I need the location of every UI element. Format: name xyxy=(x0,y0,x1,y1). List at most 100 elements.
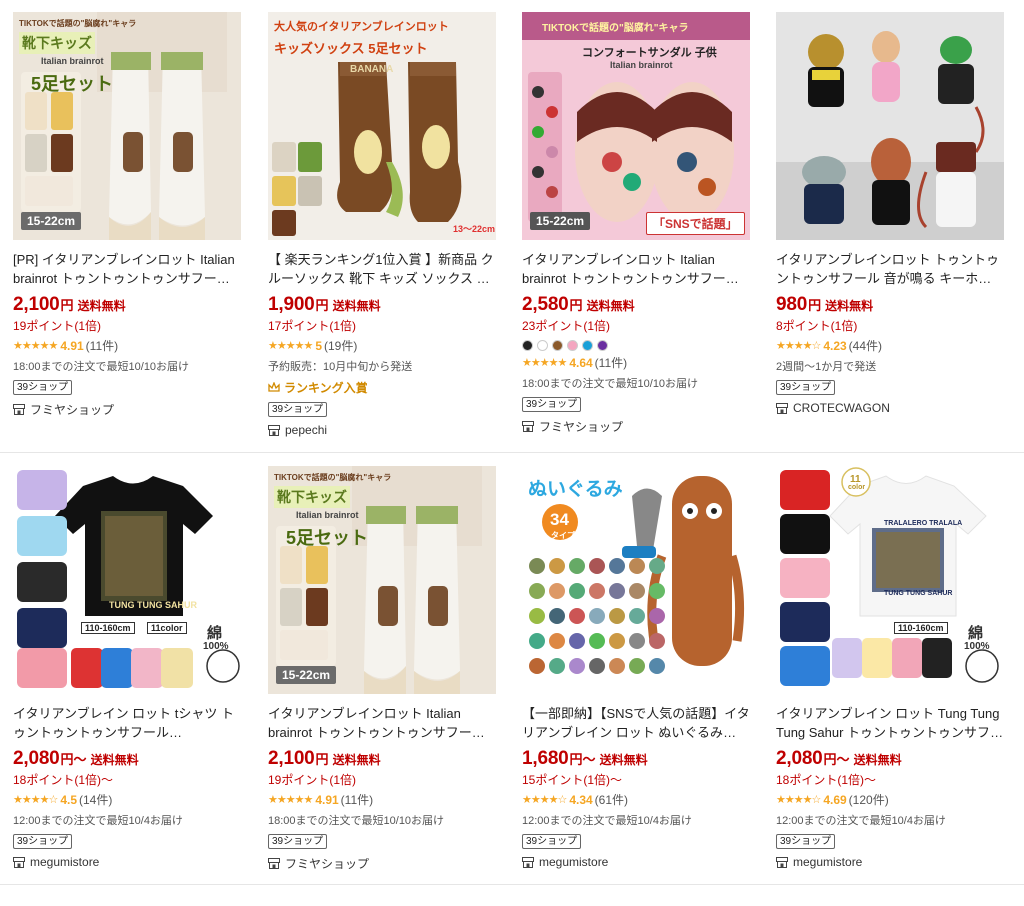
rating[interactable]: ★★★★★ 5 (19件) xyxy=(268,339,496,354)
image-percent: 100% xyxy=(203,641,229,652)
product-title[interactable]: イタリアンブレインロット Italian brainrot トゥントゥントゥンサ… xyxy=(268,704,496,742)
product-card[interactable]: TIKTOKで話題の"脳腐れ"キャラ 靴下キッズ Italian brainro… xyxy=(13,12,241,418)
product-image-sandals[interactable]: TIKTOKで話題の"脳腐れ"キャラ コンフォートサンダル 子供 Italian… xyxy=(522,12,750,240)
review-count[interactable]: (11件) xyxy=(595,356,627,371)
price-line: 2,080 円〜 送料無料 xyxy=(776,748,1004,770)
delivery-info: 18:00までの注文で最短10/10お届け xyxy=(522,378,699,390)
image-line1: 大人気のイタリアンブレインロット xyxy=(274,21,449,33)
review-count[interactable]: (120件) xyxy=(849,793,889,808)
product-title[interactable]: イタリアンブレイン ロット tシャツ トゥントゥントゥンサフール… xyxy=(13,704,241,742)
product-image-keychains[interactable] xyxy=(776,12,1004,240)
product-title[interactable]: 【一部即納】【SNSで人気の話題】イタリアンブレイン ロット ぬいぐるみ Ita… xyxy=(522,704,750,742)
image-label: TIKTOKで話題の"脳腐れ"キャラ xyxy=(19,19,137,28)
product-image-socks[interactable]: TIKTOKで話題の"脳腐れ"キャラ 靴下キッズ Italian brainro… xyxy=(13,12,241,240)
price-line: 2,100 円 送料無料 xyxy=(268,748,496,770)
color-swatch-pink[interactable] xyxy=(567,340,578,351)
shop-link[interactable]: フミヤショップ xyxy=(268,855,496,872)
product-image-tshirt[interactable]: TRALALERO TRALALA TUNG TUNG SAHUR 11 col… xyxy=(776,466,1004,694)
review-count[interactable]: (11件) xyxy=(86,339,118,354)
points: 19ポイント(1倍) xyxy=(268,773,357,787)
shop-badge: 39ショップ xyxy=(13,834,73,849)
rating-value: 4.34 xyxy=(569,793,593,807)
star-icon: ★★★★☆ xyxy=(776,340,821,352)
color-swatch-purple[interactable] xyxy=(597,340,608,351)
rating[interactable]: ★★★★☆ 4.69 (120件) xyxy=(776,793,1004,808)
color-swatch-white[interactable] xyxy=(537,340,548,351)
rating-value: 4.23 xyxy=(823,339,847,353)
star-icon: ★★★★★ xyxy=(268,340,313,352)
product-image-socks[interactable]: 大人気のイタリアンブレインロット キッズソックス 5足セット BANANA 13… xyxy=(268,12,496,240)
shop-link[interactable]: megumistore xyxy=(13,855,241,869)
image-percent: 100% xyxy=(964,641,990,652)
delivery-info: 18:00までの注文で最短10/10お届け xyxy=(13,361,190,373)
rating[interactable]: ★★★★★ 4.91 (11件) xyxy=(13,339,241,354)
points: 23ポイント(1倍) xyxy=(522,319,611,333)
shop-link[interactable]: pepechi xyxy=(268,423,496,437)
rating[interactable]: ★★★★★ 4.64 (11件) xyxy=(522,356,750,371)
shop-badge: 39ショップ xyxy=(776,380,836,395)
shipping-label: 送料無料 xyxy=(853,753,902,767)
product-title[interactable]: イタリアンブレインロット トゥントゥントゥンサフール 音が鳴る キーホルダー お… xyxy=(776,250,1004,288)
shop-name[interactable]: CROTECWAGON xyxy=(793,401,890,415)
product-title[interactable]: [PR] イタリアンブレインロット Italian brainrot トゥントゥ… xyxy=(13,250,241,288)
shop-link[interactable]: megumistore xyxy=(522,855,750,869)
shipping-label: 送料無料 xyxy=(77,299,126,313)
rating[interactable]: ★★★★☆ 4.34 (61件) xyxy=(522,793,750,808)
delivery-info: 予約販売：10月中旬から発送 xyxy=(268,361,413,373)
review-count[interactable]: (14件) xyxy=(79,793,112,808)
shop-link[interactable]: megumistore xyxy=(776,855,1004,869)
keychain-illustration xyxy=(776,12,1004,240)
product-card[interactable]: TIKTOKで話題の"脳腐れ"キャラ 靴下キッズ Italian brainro… xyxy=(268,466,496,872)
points: 15ポイント(1倍)〜 xyxy=(522,773,623,787)
delivery-info: 2週間〜1か月で発送 xyxy=(776,361,877,373)
review-count[interactable]: (19件) xyxy=(324,339,357,354)
price-line: 2,080 円〜 送料無料 xyxy=(13,748,241,770)
price: 1,900 xyxy=(268,294,315,315)
shop-name[interactable]: フミヤショップ xyxy=(30,401,114,418)
shop-badge: 39ショップ xyxy=(268,834,328,849)
price: 2,580 xyxy=(522,294,569,315)
points: 18ポイント(1倍)〜 xyxy=(13,773,114,787)
image-size: 15-22cm xyxy=(276,666,337,684)
product-title[interactable]: イタリアンブレインロット Italian brainrot トゥントゥントゥンサ… xyxy=(522,250,750,288)
price-unit: 円 xyxy=(808,298,822,313)
review-count[interactable]: (61件) xyxy=(595,793,628,808)
rating[interactable]: ★★★★★ 4.91 (11件) xyxy=(268,793,496,808)
shop-name[interactable]: megumistore xyxy=(539,855,608,869)
product-card[interactable]: TIKTOKで話題の"脳腐れ"キャラ コンフォートサンダル 子供 Italian… xyxy=(522,12,750,435)
product-card[interactable]: ぬいぐるみ 34 タイプ 【一部即納】【SNSで人気の話題】イタリアンブレイン … xyxy=(522,466,750,869)
shop-name[interactable]: megumistore xyxy=(793,855,862,869)
image-headline: ぬいぐるみ xyxy=(528,479,623,500)
product-image-plush[interactable]: ぬいぐるみ 34 タイプ xyxy=(522,466,750,694)
points: 8ポイント(1倍) xyxy=(776,319,858,333)
rating-value: 4.64 xyxy=(569,356,593,370)
shop-name[interactable]: pepechi xyxy=(285,423,327,437)
product-title[interactable]: 【 楽天ランキング1位入賞 】新商品 クルーソックス 靴下 キッズ ソックス ス… xyxy=(268,250,496,288)
shop-name[interactable]: megumistore xyxy=(30,855,99,869)
rating[interactable]: ★★★★☆ 4.23 (44件) xyxy=(776,339,1004,354)
product-image-socks[interactable]: TIKTOKで話題の"脳腐れ"キャラ 靴下キッズ Italian brainro… xyxy=(268,466,496,694)
color-swatch-black[interactable] xyxy=(522,340,533,351)
ranking-badge[interactable]: ランキング入賞 xyxy=(268,379,496,396)
product-image-tshirt[interactable]: TUNG TUNG SAHUR 110-160cm 11color 綿 100% xyxy=(13,466,241,694)
image-size: 110-160cm xyxy=(894,622,948,634)
product-card[interactable]: 大人気のイタリアンブレインロット キッズソックス 5足セット BANANA 13… xyxy=(268,12,496,437)
review-count[interactable]: (11件) xyxy=(341,793,373,808)
store-icon xyxy=(522,421,534,432)
shop-name[interactable]: フミヤショップ xyxy=(539,418,623,435)
color-swatch-brown[interactable] xyxy=(552,340,563,351)
shop-link[interactable]: フミヤショップ xyxy=(522,418,750,435)
shop-link[interactable]: フミヤショップ xyxy=(13,401,241,418)
rating[interactable]: ★★★★☆ 4.5 (14件) xyxy=(13,793,241,808)
shop-name[interactable]: フミヤショップ xyxy=(285,855,369,872)
product-title[interactable]: イタリアンブレイン ロット Tung Tung Tung Sahur トゥントゥ… xyxy=(776,704,1004,742)
shipping-label: 送料無料 xyxy=(332,299,381,313)
product-card[interactable]: TRALALERO TRALALA TUNG TUNG SAHUR 11 col… xyxy=(776,466,1004,869)
review-count[interactable]: (44件) xyxy=(849,339,882,354)
product-card[interactable]: TUNG TUNG SAHUR 110-160cm 11color 綿 100%… xyxy=(13,466,241,869)
shop-link[interactable]: CROTECWAGON xyxy=(776,401,1004,415)
shop-badge: 39ショップ xyxy=(522,397,582,412)
rating-value: 4.91 xyxy=(60,339,84,353)
product-card[interactable]: イタリアンブレインロット トゥントゥントゥンサフール 音が鳴る キーホルダー お… xyxy=(776,12,1004,415)
color-swatch-blue[interactable] xyxy=(582,340,593,351)
